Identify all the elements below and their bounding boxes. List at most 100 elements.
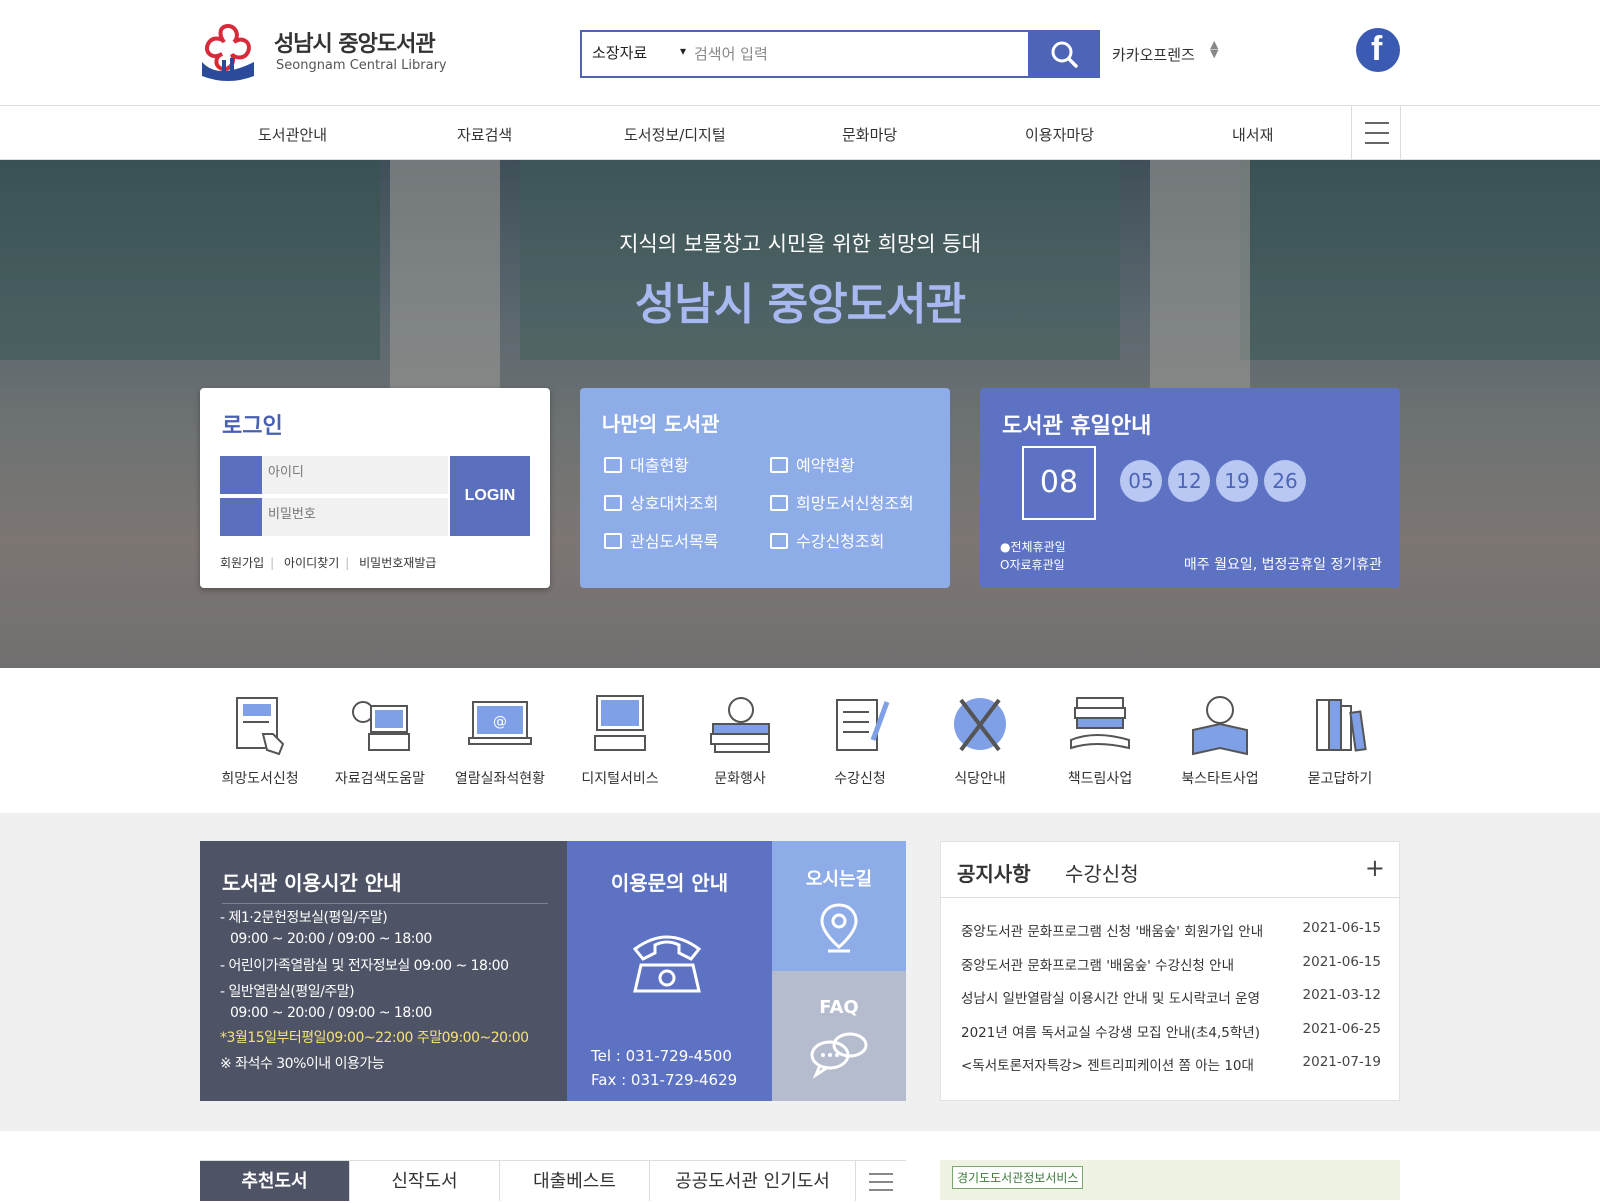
faq-label: FAQ (819, 997, 859, 1018)
search-help-icon (352, 701, 410, 751)
logo-subtitle: Seongnam Central Library (276, 58, 447, 73)
interlibrary-icon (604, 495, 622, 511)
restaurant-icon (954, 698, 1006, 752)
tab-class-register[interactable]: 수강신청 (1065, 858, 1139, 887)
facebook-icon[interactable]: f (1356, 28, 1400, 72)
favorite-books-link[interactable]: 관심도서목록 (604, 528, 718, 552)
contact-tel: Tel : 031-729-4500 (591, 1047, 732, 1065)
nav-item-culture[interactable]: 문화마당 (842, 124, 897, 145)
contact-title: 이용문의 안내 (610, 871, 729, 895)
quick-item-culture-event[interactable]: 문화행사 (680, 690, 800, 788)
site-header: 성남시 중앙도서관 Seongnam Central Library 소장자료 … (0, 0, 1600, 106)
search-icon (1051, 41, 1078, 68)
chevron-down-icon[interactable]: ▾ (680, 44, 686, 58)
tab-new-books[interactable]: 신작도서 (350, 1161, 500, 1201)
notice-row[interactable]: <독서토론저자특강> 젠트리피케이션 쫌 아는 10대 2021-07-19 (961, 1054, 1381, 1078)
culture-event-icon (710, 697, 770, 753)
hours-line: *3월15일부터평일09:00~22:00 주말09:00~20:00 (220, 1030, 529, 1046)
my-library-title: 나만의 도서관 (602, 412, 720, 436)
quick-item-search-help[interactable]: 자료검색도움말 (320, 690, 440, 788)
reset-password-link[interactable]: 비밀번호재발급 (359, 556, 436, 570)
id-input[interactable] (268, 465, 438, 480)
faq-button[interactable]: FAQ (772, 971, 906, 1101)
hours-panel: 도서관 이용시간 안내 - 제1·2문헌정보실(평일/주말) 09:00 ~ 2… (200, 841, 567, 1101)
holiday-title: 도서관 휴일안내 (1002, 414, 1152, 439)
hero-kicker: 지식의 보물창고 시민을 위한 희망의 등대 (619, 232, 981, 256)
hamburger-menu-icon[interactable] (1351, 106, 1401, 160)
notice-tabs: 공지사항 수강신청 + (941, 842, 1401, 898)
login-links: 회원가입 | 아이디찾기 | 비밀번호재발급 (220, 556, 437, 570)
sort-arrows-icon[interactable]: ▲ ▼ (1210, 39, 1218, 59)
find-id-link[interactable]: 아이디찾기 (284, 556, 339, 570)
contact-fax: Fax : 031-729-4629 (591, 1071, 738, 1089)
quick-item-bookstart[interactable]: 북스타트사업 (1160, 690, 1280, 788)
class-register-icon (836, 699, 890, 751)
quick-item-class-register[interactable]: 수강신청 (800, 690, 920, 788)
quick-item-digital-service[interactable]: 디지털서비스 (560, 690, 680, 788)
more-plus-icon[interactable]: + (1365, 854, 1385, 882)
bookstart-icon (1192, 696, 1248, 756)
directions-button[interactable]: 오시는길 (772, 841, 906, 971)
reservation-status-link[interactable]: 예약현황 (770, 452, 855, 476)
logo-title[interactable]: 성남시 중앙도서관 (274, 26, 436, 58)
hours-line: 09:00 ~ 20:00 / 09:00 ~ 18:00 (230, 931, 432, 947)
search-category-select[interactable]: 소장자료 (592, 42, 647, 63)
main-nav: 도서관안내 자료검색 도서정보/디지털 문화마당 이용자마당 내서재 (0, 106, 1600, 160)
quick-item-seat-status[interactable]: @ 열람실좌석현황 (440, 690, 560, 788)
login-button[interactable]: LOGIN (450, 456, 530, 536)
tab-notice[interactable]: 공지사항 (957, 858, 1031, 887)
notice-row[interactable]: 성남시 일반열람실 이용시간 안내 및 도시락코너 운영 2021-03-12 (961, 987, 1381, 1011)
tab-public-popular[interactable]: 공공도서관 인기도서 (650, 1161, 856, 1201)
interlibrary-loan-link[interactable]: 상호대차조회 (604, 490, 718, 514)
book-dream-icon (1070, 697, 1130, 750)
hours-line: - 어린이가족열람실 및 전자정보실 09:00 ~ 18:00 (220, 958, 509, 974)
hamburger-menu-icon[interactable] (856, 1161, 906, 1201)
nav-item-user[interactable]: 이용자마당 (1025, 124, 1094, 145)
book-request-icon (236, 697, 285, 756)
directions-label: 오시는길 (805, 869, 873, 890)
contact-panel: 이용문의 안내 Tel : 031-729-4500 Fax : 031-729… (567, 841, 772, 1101)
search-input[interactable] (694, 38, 1014, 70)
quick-item-book-request[interactable]: 희망도서신청 (200, 690, 320, 788)
qna-icon (1316, 699, 1367, 752)
favorite-list-icon (604, 533, 622, 549)
gyeonggi-library-banner[interactable]: 경기도도서관정보서비스 (940, 1160, 1400, 1200)
legend-full-closure: ●전체휴관일 (1000, 540, 1066, 554)
holiday-card: 도서관 휴일안내 08 05 12 19 26 ●전체휴관일 O자료휴관일 매주… (980, 388, 1400, 588)
login-title: 로그인 (222, 414, 283, 439)
hours-line: ※ 좌석수 30%이내 이용가능 (220, 1056, 385, 1072)
loan-icon (604, 457, 622, 473)
quick-item-book-dream[interactable]: 책드림사업 (1040, 690, 1160, 788)
nav-item-library-info[interactable]: 도서관안내 (258, 124, 327, 145)
nav-item-my-library[interactable]: 내서재 (1232, 124, 1273, 145)
password-input[interactable] (268, 507, 438, 522)
nav-item-search[interactable]: 자료검색 (457, 124, 512, 145)
class-status-link[interactable]: 수강신청조회 (770, 528, 884, 552)
chat-bubbles-icon (810, 1032, 868, 1079)
holiday-day: 26 (1264, 460, 1306, 502)
banner-label: 경기도도서관정보서비스 (952, 1166, 1084, 1189)
holiday-month-box: 08 (1022, 446, 1096, 520)
seat-status-icon: @ (468, 701, 532, 745)
quick-item-qna[interactable]: 묻고답하기 (1280, 690, 1400, 788)
search-button[interactable] (1028, 30, 1100, 78)
notice-row[interactable]: 중앙도서관 문화프로그램 '배움숲' 수강신청 안내 2021-06-15 (961, 954, 1381, 978)
nav-item-book-digital[interactable]: 도서정보/디지털 (624, 124, 726, 145)
tab-loan-best[interactable]: 대출베스트 (500, 1161, 650, 1201)
legend-partial-closure: O자료휴관일 (1000, 558, 1065, 572)
quick-item-restaurant[interactable]: 식당안내 (920, 690, 1040, 788)
wish-book-link[interactable]: 희망도서신청조회 (770, 490, 914, 514)
class-icon (770, 533, 788, 549)
telephone-icon (632, 935, 702, 993)
notice-row[interactable]: 중앙도서관 문화프로그램 신청 '배움숲' 회원가입 안내 2021-06-15 (961, 920, 1381, 944)
loan-status-link[interactable]: 대출현황 (604, 452, 689, 476)
search-bar: 소장자료 ▾ (580, 30, 1100, 78)
kakao-friends-selector[interactable]: 카카오프렌즈 (1112, 44, 1195, 65)
wish-book-icon (770, 495, 788, 511)
signup-link[interactable]: 회원가입 (220, 556, 264, 570)
tab-recommended[interactable]: 추천도서 (200, 1161, 350, 1201)
hours-title: 도서관 이용시간 안내 (222, 871, 402, 895)
holiday-note: 매주 월요일, 법정공휴일 정기휴관 (1183, 557, 1382, 573)
hours-line: - 제1·2문헌정보실(평일/주말) (220, 910, 388, 926)
notice-row[interactable]: 2021년 여름 독서교실 수강생 모집 안내(초4,5학년) 2021-06-2… (961, 1021, 1381, 1045)
